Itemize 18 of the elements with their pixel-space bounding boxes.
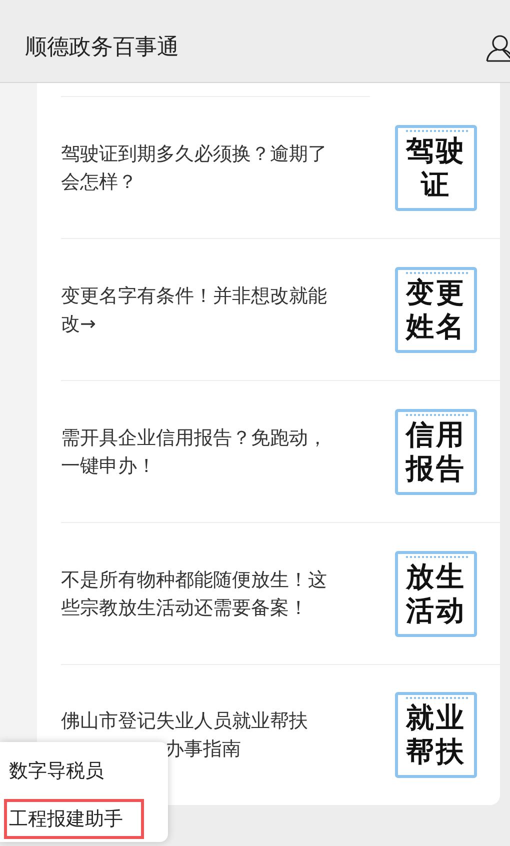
article-thumbnail[interactable]: 就业 帮扶 xyxy=(395,692,477,778)
page-title: 顺德政务百事通 xyxy=(25,34,179,62)
article-title[interactable]: 一键申办！ xyxy=(61,452,156,480)
article-title[interactable]: 改→ xyxy=(61,310,96,338)
article-title[interactable]: 变更名字有条件！并非想改就能 xyxy=(61,282,327,310)
article-title[interactable]: 会怎样？ xyxy=(61,168,137,196)
menu-item[interactable]: 工程报建助手 xyxy=(4,799,144,839)
article-thumbnail[interactable]: 变更 姓名 xyxy=(395,266,477,352)
article-thumbnail[interactable]: 放生 活动 xyxy=(395,550,477,636)
article-title[interactable]: 需开具企业信用报告？免跑动， xyxy=(61,424,327,452)
user-icon[interactable] xyxy=(486,34,510,62)
article-thumbnail[interactable]: 驾驶 证 xyxy=(395,124,477,210)
article-thumbnail[interactable]: 信用 报告 xyxy=(395,408,477,494)
article-title[interactable]: 些宗教放生活动还需要备案！ xyxy=(61,594,308,622)
menu-item[interactable]: 数字导税员 xyxy=(4,751,144,791)
article-title[interactable]: 佛山市登记失业人员就业帮扶 xyxy=(61,707,308,735)
article-title[interactable]: 不是所有物种都能随便放生！这 xyxy=(61,566,327,594)
article-title[interactable]: 驾驶证到期多久必须换？逾期了 xyxy=(61,140,327,168)
